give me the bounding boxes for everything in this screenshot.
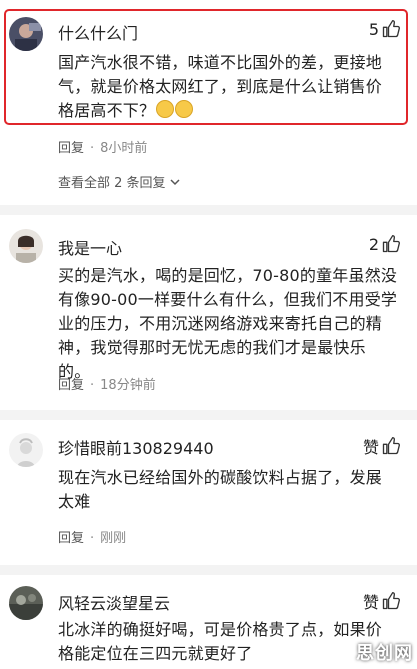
thumbs-up-icon: [382, 592, 400, 610]
reply-button[interactable]: 回复: [58, 141, 84, 156]
reply-button[interactable]: 回复: [58, 378, 84, 393]
avatar[interactable]: [9, 586, 43, 620]
avatar[interactable]: [9, 433, 43, 467]
comment-item: 什么什么门 5 国产汽水很不错，味道不比国外的差，更接地气，就是价格太网红了，到…: [0, 0, 417, 205]
like-count: 2: [368, 234, 379, 254]
like-label: 赞: [362, 593, 379, 612]
like-label: 赞: [362, 438, 379, 457]
comment-text: 买的是汽水，喝的是回忆，70-80的童年虽然没有像90-00一样要什么有什么，但…: [58, 266, 398, 381]
separator-dot: ·: [90, 531, 95, 546]
timestamp: 18分钟前: [100, 378, 156, 393]
comment-item: 珍惜眼前130829440 赞 现在汽水已经给国外的碳酸饮料占据了，发展太难 回…: [0, 420, 417, 565]
comment-text: 国产汽水很不错，味道不比国外的差，更接地气，就是价格太网红了，到底是什么让销售价…: [58, 53, 383, 120]
like-button[interactable]: 赞: [363, 434, 401, 458]
comment-meta: 回复 · 刚刚: [58, 527, 126, 546]
separator-dot: ·: [90, 141, 95, 156]
chevron-down-icon: [170, 178, 180, 185]
thumbs-up-icon: [382, 235, 400, 253]
like-button[interactable]: 2: [369, 234, 401, 254]
comment-text: 现在汽水已经给国外的碳酸饮料占据了，发展太难: [58, 468, 383, 511]
avatar[interactable]: [9, 229, 43, 263]
username[interactable]: 我是一心: [58, 235, 122, 259]
like-count: 5: [368, 19, 379, 39]
reply-button[interactable]: 回复: [58, 531, 84, 546]
username[interactable]: 风轻云淡望星云: [58, 590, 170, 614]
view-all-label: 查看全部 2 条回复: [58, 176, 166, 191]
section-divider: [0, 565, 417, 575]
view-all-replies-link[interactable]: 查看全部 2 条回复: [58, 172, 181, 191]
watermark: 思创网: [356, 643, 413, 664]
thumbs-up-icon: [382, 20, 400, 38]
timestamp: 刚刚: [100, 531, 127, 546]
thinking-emoji-icon: [156, 100, 175, 118]
comment-meta: 回复 · 18分钟前: [58, 374, 156, 393]
avatar[interactable]: [9, 17, 43, 51]
thinking-emoji-icon: [175, 100, 194, 118]
thumbs-up-icon: [382, 437, 400, 455]
like-button[interactable]: 5: [369, 19, 401, 39]
section-divider: [0, 410, 417, 420]
comment-item: 风轻云淡望星云 赞 北冰洋的确挺好喝，可是价格贵了点，如果价格能定位在三四元就更…: [0, 575, 417, 669]
comment-text: 北冰洋的确挺好喝，可是价格贵了点，如果价格能定位在三四元就更好了: [58, 620, 383, 663]
timestamp: 8小时前: [100, 141, 148, 156]
like-button[interactable]: 赞: [363, 589, 401, 613]
username[interactable]: 什么什么门: [58, 20, 138, 44]
section-divider: [0, 205, 417, 215]
username[interactable]: 珍惜眼前130829440: [58, 435, 214, 459]
comment-meta: 回复 · 8小时前: [58, 137, 147, 156]
comment-item: 我是一心 2 买的是汽水，喝的是回忆，70-80的童年虽然没有像90-00一样要…: [0, 215, 417, 410]
separator-dot: ·: [90, 378, 95, 393]
